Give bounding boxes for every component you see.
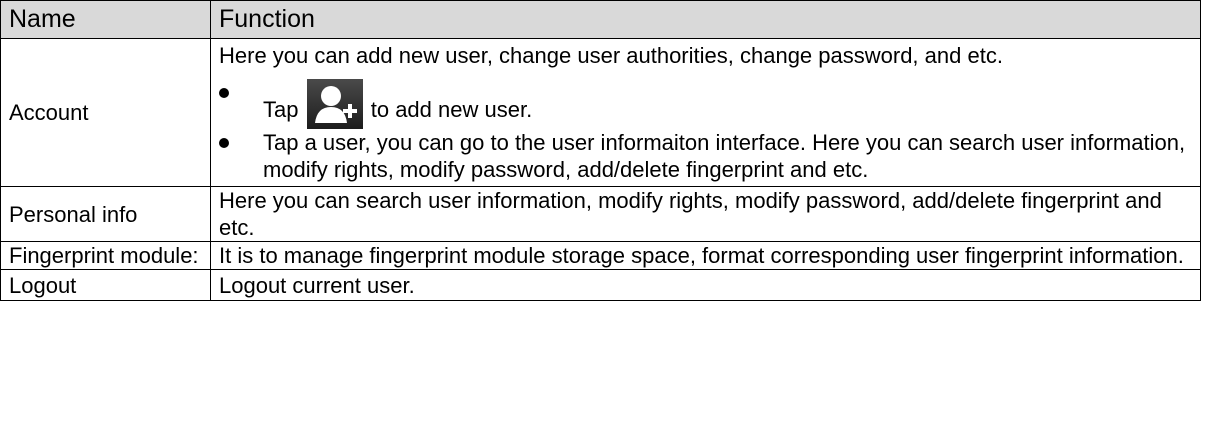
list-item: Tap a user, you can go to the user infor… [219,129,1192,183]
bullet-text-before: Tap [263,97,299,122]
bullet-icon [219,88,229,98]
bullet-text: Tap a user, you can go to the user infor… [263,130,1186,182]
account-intro: Here you can add new user, change user a… [219,43,1003,68]
row-function: It is to manage fingerprint module stora… [210,241,1201,270]
bullet-text-after: to add new user. [370,97,533,122]
row-name: Fingerprint module: [0,241,211,270]
row-function: Here you can search user information, mo… [210,186,1201,242]
function-table: Name Function Account Here you can add n… [0,0,1201,301]
account-bullet-list: Tap to add new user. Tap a user, you can… [219,79,1192,183]
row-name: Account [0,38,211,187]
table-row: Personal info Here you can search user i… [0,186,1201,242]
row-function: Logout current user. [210,269,1201,301]
add-user-icon [306,79,363,129]
list-item: Tap to add new user. [219,79,1192,129]
row-function: Here you can add new user, change user a… [210,38,1201,187]
table-row: Fingerprint module: It is to manage fing… [0,241,1201,270]
row-name: Personal info [0,186,211,242]
header-name: Name [0,0,211,39]
table-row: Account Here you can add new user, chang… [0,38,1201,187]
bullet-icon [219,138,229,148]
table-row: Logout Logout current user. [0,269,1201,301]
header-function: Function [210,0,1201,39]
row-name: Logout [0,269,211,301]
table-header-row: Name Function [0,0,1201,39]
